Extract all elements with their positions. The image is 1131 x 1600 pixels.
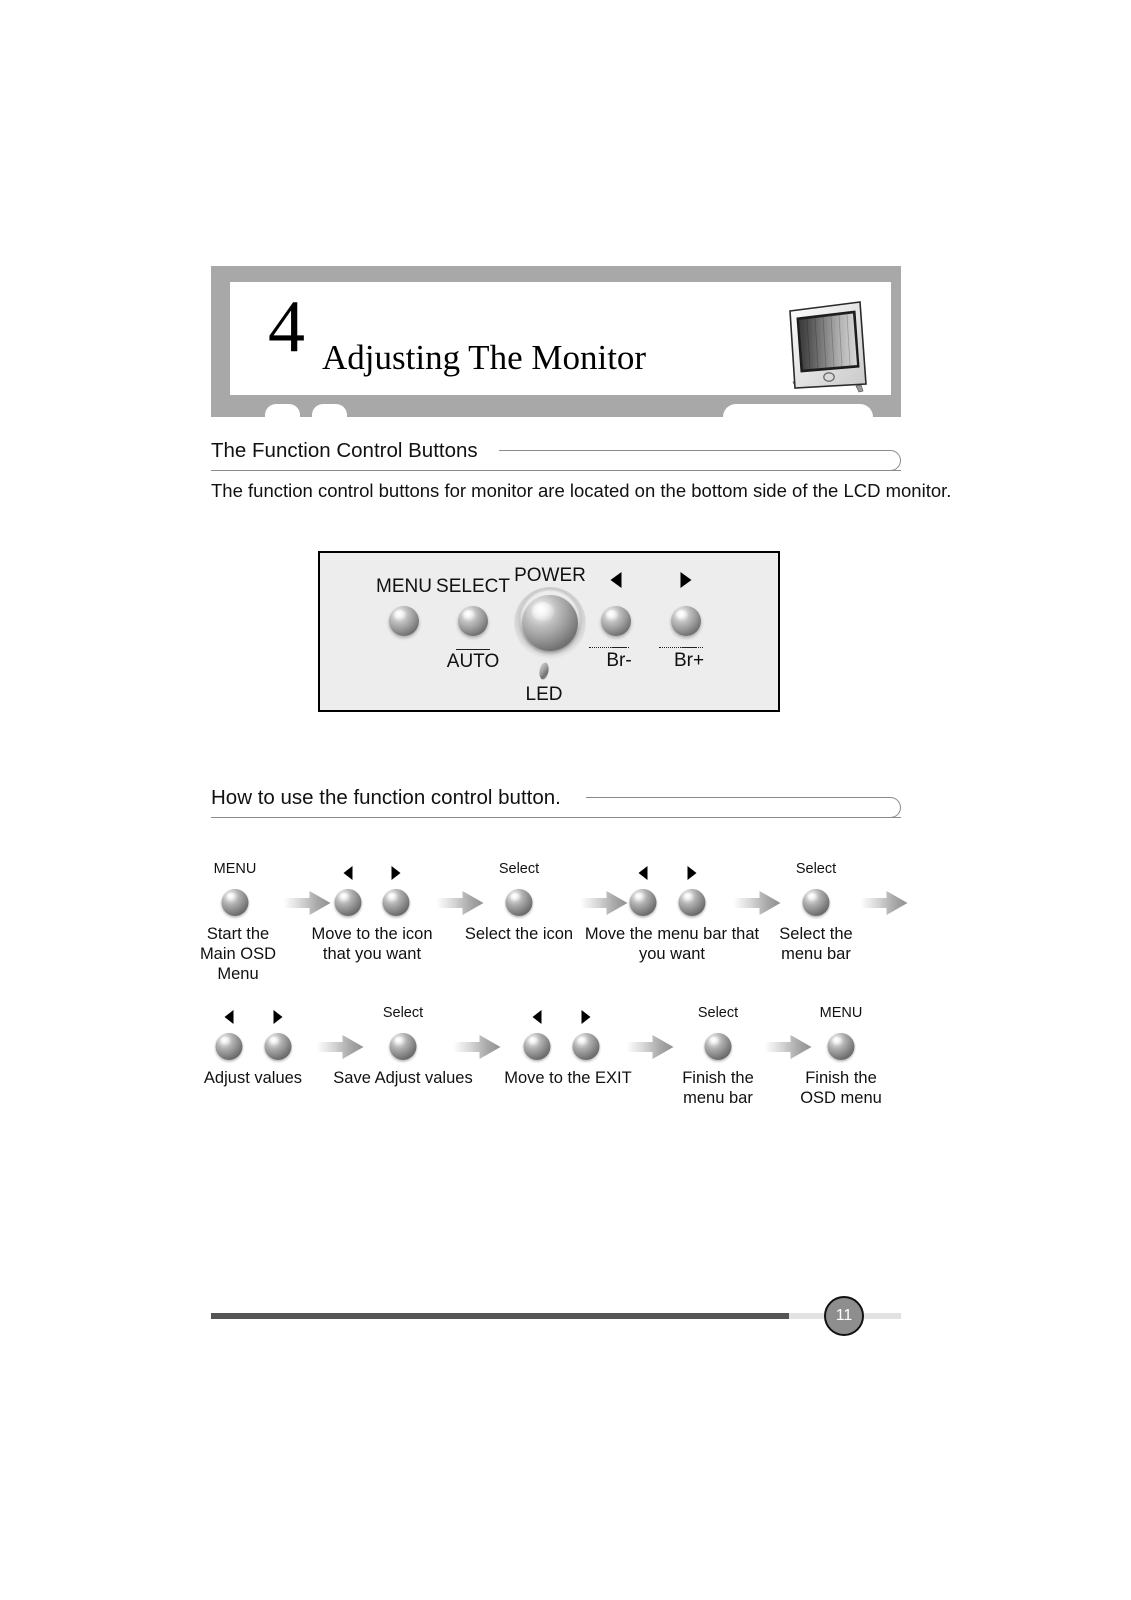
panel-button-power[interactable] [522, 595, 578, 651]
flow-step-7-top: Select [382, 1005, 424, 1021]
panel-sublabel-led: LED [525, 684, 563, 705]
flow-step-8-right-arrow-icon [581, 1010, 591, 1024]
panel-left-arrow-icon [610, 572, 622, 588]
chapter-header-inner: 4 Adjusting The Monitor [230, 282, 891, 395]
page-number-badge: 11 [824, 1296, 864, 1336]
flow-step-7-button[interactable] [389, 1033, 417, 1060]
flow-step-8-button-right[interactable] [572, 1033, 600, 1060]
flow-step-9-button[interactable] [704, 1033, 732, 1060]
flow-arrow-2 [436, 891, 484, 915]
flow-step-10-caption: Finish the OSD menu [800, 1069, 882, 1108]
flow-step-10-button[interactable] [827, 1033, 855, 1060]
flow-step-5-top: Select [795, 861, 837, 877]
panel-label-menu: MENU [376, 576, 432, 597]
panel-sublabel-br-plus: Br+ [673, 650, 705, 671]
chapter-header: 4 Adjusting The Monitor [211, 266, 901, 418]
section-1-title: The Function Control Buttons [211, 439, 478, 462]
flow-step-5-caption: Select the menu bar [779, 925, 853, 964]
panel-button-right[interactable] [671, 606, 701, 636]
flow-arrow-5 [860, 891, 908, 915]
panel-label-power: POWER [514, 565, 586, 586]
panel-label-select: SELECT [436, 576, 510, 597]
panel-auto-overline [456, 649, 490, 650]
section-1-underline [211, 470, 901, 471]
header-notch-right [723, 404, 873, 418]
flow-arrow-9 [764, 1035, 812, 1059]
flow-step-2-button-right[interactable] [382, 889, 410, 916]
flow-step-8-left-arrow-icon [532, 1010, 542, 1024]
flow-arrow-1 [283, 891, 331, 915]
panel-br-minus-overline [611, 647, 627, 648]
flow-step-4-left-arrow-icon [638, 866, 648, 880]
flow-step-6-right-arrow-icon [273, 1010, 283, 1024]
section-1-rule [499, 450, 901, 471]
flow-step-5-button[interactable] [802, 889, 830, 916]
footer-rule-dark [211, 1313, 789, 1319]
flow-step-6-button-left[interactable] [215, 1033, 243, 1060]
flow-arrow-7 [453, 1035, 501, 1059]
flow-step-2-button-left[interactable] [334, 889, 362, 916]
led-indicator-icon [538, 661, 550, 681]
panel-right-arrow-icon [680, 572, 692, 588]
flow-arrow-4 [733, 891, 781, 915]
section-2-title: How to use the function control button. [211, 786, 561, 809]
flow-row-1: MENU Start the Main OSD Menu Move to the… [0, 862, 1131, 992]
flow-step-6-left-arrow-icon [224, 1010, 234, 1024]
lcd-monitor-icon [789, 301, 867, 393]
section-2-underline [211, 817, 901, 818]
flow-arrow-8 [626, 1035, 674, 1059]
flow-arrow-3 [580, 891, 628, 915]
header-notch-left [265, 404, 300, 418]
flow-step-3-top: Select [498, 861, 540, 877]
panel-button-menu[interactable] [389, 606, 419, 636]
section-1-body: The function control buttons for monitor… [211, 480, 952, 501]
flow-step-3-button[interactable] [505, 889, 533, 916]
panel-sublabel-auto: AUTO [446, 651, 500, 672]
panel-button-select[interactable] [458, 606, 488, 636]
chapter-title: Adjusting The Monitor [322, 338, 647, 377]
chapter-number: 4 [268, 286, 305, 368]
flow-row-2: Adjust values Select Save Adjust values … [0, 1006, 1131, 1136]
flow-step-8-button-left[interactable] [523, 1033, 551, 1060]
flow-arrow-6 [316, 1035, 364, 1059]
panel-br-plus-overline [681, 647, 697, 648]
control-panel-diagram: MENU SELECT AUTO POWER LED Br- Br+ [318, 551, 780, 712]
flow-step-10-top: MENU [819, 1005, 863, 1021]
section-2-rule [586, 797, 901, 818]
panel-button-left[interactable] [601, 606, 631, 636]
flow-step-1-top: MENU [213, 861, 257, 877]
header-notch-mid [312, 404, 347, 418]
flow-step-2-right-arrow-icon [391, 866, 401, 880]
flow-step-6-button-right[interactable] [264, 1033, 292, 1060]
flow-step-2-left-arrow-icon [343, 866, 353, 880]
flow-step-4-button-right[interactable] [678, 889, 706, 916]
flow-step-9-top: Select [697, 1005, 739, 1021]
flow-step-4-button-left[interactable] [629, 889, 657, 916]
flow-step-1-button[interactable] [221, 889, 249, 916]
panel-sublabel-br-minus: Br- [606, 650, 632, 671]
flow-step-4-right-arrow-icon [687, 866, 697, 880]
